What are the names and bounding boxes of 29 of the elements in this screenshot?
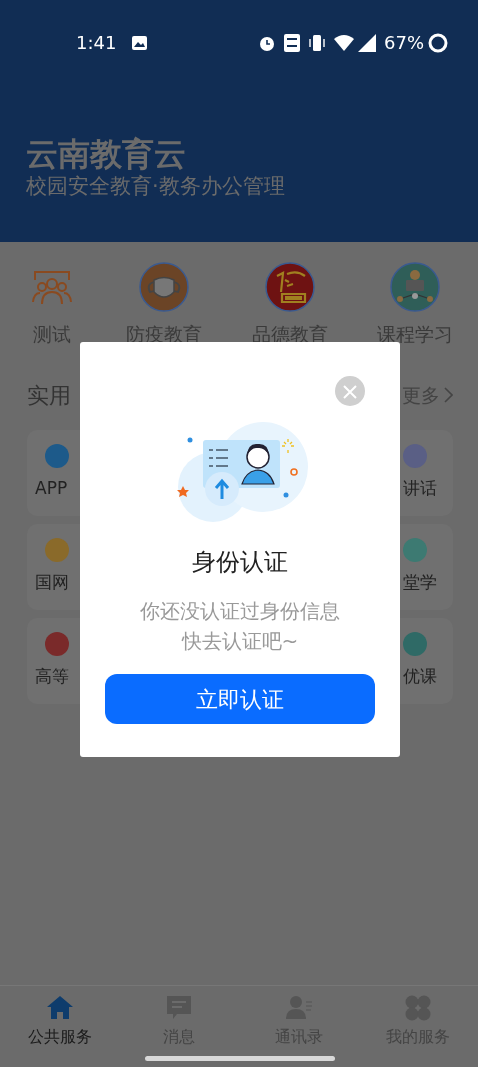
close-button[interactable] bbox=[335, 376, 365, 406]
image-icon bbox=[132, 35, 148, 50]
app-subtitle: 校园安全教育·教务办公管理 bbox=[26, 173, 286, 201]
verify-now-button[interactable]: 立即认证 bbox=[105, 674, 375, 724]
gate-tower-icon[interactable] bbox=[264, 262, 315, 312]
tab-item[interactable]: 公共服务 bbox=[9, 994, 110, 1067]
wifi-icon bbox=[334, 34, 354, 51]
status-time: 1:41 bbox=[76, 31, 117, 55]
volte-icon bbox=[284, 33, 300, 52]
tool-label: APP bbox=[35, 476, 68, 500]
tool-label: 优课 bbox=[403, 664, 437, 688]
app-title: 云南教育云 bbox=[26, 135, 187, 174]
dialog-message: 你还没认证过身份信息 快去认证吧~ bbox=[139, 598, 341, 655]
home-icon bbox=[45, 994, 74, 1021]
signal-icon bbox=[358, 33, 376, 52]
tool-label: 堂学 bbox=[403, 570, 437, 594]
teacher-board-icon[interactable] bbox=[390, 262, 440, 312]
tool-label: 高等 bbox=[35, 664, 69, 688]
vibrate-icon bbox=[308, 33, 326, 52]
section-title: 实用 bbox=[27, 381, 71, 410]
face-mask-icon[interactable] bbox=[139, 262, 190, 312]
battery-percent: 67% bbox=[384, 31, 424, 55]
chevron-right-icon bbox=[444, 387, 453, 403]
battery-icon bbox=[428, 32, 448, 53]
home-indicator[interactable] bbox=[145, 1056, 335, 1061]
tool-label: 国网 bbox=[35, 570, 69, 594]
close-icon bbox=[342, 383, 358, 400]
dialog-title: 身份认证 bbox=[191, 547, 289, 578]
tool-label: 讲话 bbox=[403, 476, 437, 500]
